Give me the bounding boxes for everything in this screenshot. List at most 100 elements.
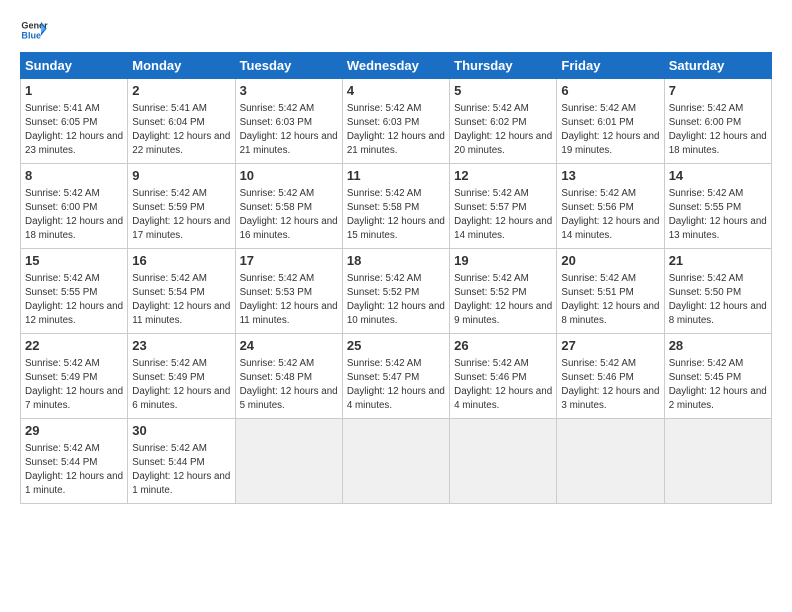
day-info: Sunrise: 5:42 AMSunset: 5:58 PMDaylight:… <box>240 188 338 242</box>
calendar-cell: 25 Sunrise: 5:42 AMSunset: 5:47 PMDaylig… <box>342 334 449 419</box>
calendar-cell: 1 Sunrise: 5:41 AMSunset: 6:05 PMDayligh… <box>21 79 128 164</box>
calendar-cell: 18 Sunrise: 5:42 AMSunset: 5:52 PMDaylig… <box>342 249 449 334</box>
day-info: Sunrise: 5:42 AMSunset: 5:47 PMDaylight:… <box>347 358 445 412</box>
calendar-week-row: 8 Sunrise: 5:42 AMSunset: 6:00 PMDayligh… <box>21 164 772 249</box>
page-container: General Blue SundayMondayTuesdayWednesda… <box>0 0 792 514</box>
calendar-cell: 17 Sunrise: 5:42 AMSunset: 5:53 PMDaylig… <box>235 249 342 334</box>
logo: General Blue <box>20 16 52 44</box>
day-info: Sunrise: 5:42 AMSunset: 5:44 PMDaylight:… <box>25 443 123 497</box>
calendar-cell: 26 Sunrise: 5:42 AMSunset: 5:46 PMDaylig… <box>450 334 557 419</box>
day-number: 29 <box>25 422 123 440</box>
day-number: 27 <box>561 337 659 355</box>
day-number: 25 <box>347 337 445 355</box>
day-header-friday: Friday <box>557 53 664 79</box>
logo-icon: General Blue <box>20 16 48 44</box>
day-info: Sunrise: 5:42 AMSunset: 5:46 PMDaylight:… <box>454 358 552 412</box>
calendar-cell: 4 Sunrise: 5:42 AMSunset: 6:03 PMDayligh… <box>342 79 449 164</box>
calendar-cell: 8 Sunrise: 5:42 AMSunset: 6:00 PMDayligh… <box>21 164 128 249</box>
calendar-cell: 7 Sunrise: 5:42 AMSunset: 6:00 PMDayligh… <box>664 79 771 164</box>
day-info: Sunrise: 5:41 AMSunset: 6:04 PMDaylight:… <box>132 103 230 157</box>
calendar-week-row: 22 Sunrise: 5:42 AMSunset: 5:49 PMDaylig… <box>21 334 772 419</box>
calendar-cell: 24 Sunrise: 5:42 AMSunset: 5:48 PMDaylig… <box>235 334 342 419</box>
day-number: 5 <box>454 82 552 100</box>
calendar-cell: 9 Sunrise: 5:42 AMSunset: 5:59 PMDayligh… <box>128 164 235 249</box>
calendar-table: SundayMondayTuesdayWednesdayThursdayFrid… <box>20 52 772 504</box>
day-info: Sunrise: 5:42 AMSunset: 5:53 PMDaylight:… <box>240 273 338 327</box>
day-info: Sunrise: 5:42 AMSunset: 5:51 PMDaylight:… <box>561 273 659 327</box>
day-number: 8 <box>25 167 123 185</box>
day-number: 3 <box>240 82 338 100</box>
calendar-cell: 15 Sunrise: 5:42 AMSunset: 5:55 PMDaylig… <box>21 249 128 334</box>
day-info: Sunrise: 5:42 AMSunset: 5:50 PMDaylight:… <box>669 273 767 327</box>
calendar-cell: 6 Sunrise: 5:42 AMSunset: 6:01 PMDayligh… <box>557 79 664 164</box>
calendar-cell: 21 Sunrise: 5:42 AMSunset: 5:50 PMDaylig… <box>664 249 771 334</box>
day-info: Sunrise: 5:42 AMSunset: 5:49 PMDaylight:… <box>132 358 230 412</box>
day-number: 2 <box>132 82 230 100</box>
day-info: Sunrise: 5:42 AMSunset: 5:54 PMDaylight:… <box>132 273 230 327</box>
day-info: Sunrise: 5:42 AMSunset: 6:00 PMDaylight:… <box>669 103 767 157</box>
calendar-week-row: 15 Sunrise: 5:42 AMSunset: 5:55 PMDaylig… <box>21 249 772 334</box>
day-info: Sunrise: 5:42 AMSunset: 6:03 PMDaylight:… <box>347 103 445 157</box>
calendar-cell: 2 Sunrise: 5:41 AMSunset: 6:04 PMDayligh… <box>128 79 235 164</box>
day-number: 18 <box>347 252 445 270</box>
calendar-cell <box>664 419 771 504</box>
day-number: 21 <box>669 252 767 270</box>
day-header-sunday: Sunday <box>21 53 128 79</box>
day-number: 23 <box>132 337 230 355</box>
day-info: Sunrise: 5:42 AMSunset: 5:46 PMDaylight:… <box>561 358 659 412</box>
day-number: 16 <box>132 252 230 270</box>
day-number: 24 <box>240 337 338 355</box>
day-number: 20 <box>561 252 659 270</box>
calendar-week-row: 1 Sunrise: 5:41 AMSunset: 6:05 PMDayligh… <box>21 79 772 164</box>
day-info: Sunrise: 5:42 AMSunset: 5:52 PMDaylight:… <box>454 273 552 327</box>
day-info: Sunrise: 5:42 AMSunset: 5:59 PMDaylight:… <box>132 188 230 242</box>
day-number: 28 <box>669 337 767 355</box>
day-number: 7 <box>669 82 767 100</box>
calendar-cell: 20 Sunrise: 5:42 AMSunset: 5:51 PMDaylig… <box>557 249 664 334</box>
calendar-cell: 27 Sunrise: 5:42 AMSunset: 5:46 PMDaylig… <box>557 334 664 419</box>
day-info: Sunrise: 5:42 AMSunset: 5:52 PMDaylight:… <box>347 273 445 327</box>
day-header-monday: Monday <box>128 53 235 79</box>
day-info: Sunrise: 5:42 AMSunset: 5:44 PMDaylight:… <box>132 443 230 497</box>
calendar-week-row: 29 Sunrise: 5:42 AMSunset: 5:44 PMDaylig… <box>21 419 772 504</box>
day-number: 14 <box>669 167 767 185</box>
day-header-tuesday: Tuesday <box>235 53 342 79</box>
day-number: 10 <box>240 167 338 185</box>
day-number: 11 <box>347 167 445 185</box>
svg-text:Blue: Blue <box>21 30 41 40</box>
day-info: Sunrise: 5:42 AMSunset: 6:03 PMDaylight:… <box>240 103 338 157</box>
calendar-cell: 14 Sunrise: 5:42 AMSunset: 5:55 PMDaylig… <box>664 164 771 249</box>
calendar-cell: 30 Sunrise: 5:42 AMSunset: 5:44 PMDaylig… <box>128 419 235 504</box>
day-number: 9 <box>132 167 230 185</box>
day-info: Sunrise: 5:42 AMSunset: 6:02 PMDaylight:… <box>454 103 552 157</box>
calendar-cell: 5 Sunrise: 5:42 AMSunset: 6:02 PMDayligh… <box>450 79 557 164</box>
calendar-cell: 3 Sunrise: 5:42 AMSunset: 6:03 PMDayligh… <box>235 79 342 164</box>
day-info: Sunrise: 5:42 AMSunset: 5:45 PMDaylight:… <box>669 358 767 412</box>
page-header: General Blue <box>20 16 772 44</box>
day-header-thursday: Thursday <box>450 53 557 79</box>
calendar-header-row: SundayMondayTuesdayWednesdayThursdayFrid… <box>21 53 772 79</box>
calendar-cell: 22 Sunrise: 5:42 AMSunset: 5:49 PMDaylig… <box>21 334 128 419</box>
calendar-cell: 28 Sunrise: 5:42 AMSunset: 5:45 PMDaylig… <box>664 334 771 419</box>
day-number: 30 <box>132 422 230 440</box>
day-number: 4 <box>347 82 445 100</box>
day-number: 12 <box>454 167 552 185</box>
calendar-cell <box>450 419 557 504</box>
day-info: Sunrise: 5:42 AMSunset: 6:01 PMDaylight:… <box>561 103 659 157</box>
day-number: 15 <box>25 252 123 270</box>
calendar-cell: 11 Sunrise: 5:42 AMSunset: 5:58 PMDaylig… <box>342 164 449 249</box>
day-header-saturday: Saturday <box>664 53 771 79</box>
day-number: 1 <box>25 82 123 100</box>
day-info: Sunrise: 5:42 AMSunset: 5:48 PMDaylight:… <box>240 358 338 412</box>
calendar-cell: 16 Sunrise: 5:42 AMSunset: 5:54 PMDaylig… <box>128 249 235 334</box>
day-header-wednesday: Wednesday <box>342 53 449 79</box>
day-info: Sunrise: 5:42 AMSunset: 5:49 PMDaylight:… <box>25 358 123 412</box>
day-number: 26 <box>454 337 552 355</box>
day-info: Sunrise: 5:42 AMSunset: 5:57 PMDaylight:… <box>454 188 552 242</box>
day-number: 17 <box>240 252 338 270</box>
day-info: Sunrise: 5:42 AMSunset: 5:56 PMDaylight:… <box>561 188 659 242</box>
day-info: Sunrise: 5:42 AMSunset: 5:55 PMDaylight:… <box>669 188 767 242</box>
day-number: 13 <box>561 167 659 185</box>
calendar-cell <box>342 419 449 504</box>
day-info: Sunrise: 5:41 AMSunset: 6:05 PMDaylight:… <box>25 103 123 157</box>
